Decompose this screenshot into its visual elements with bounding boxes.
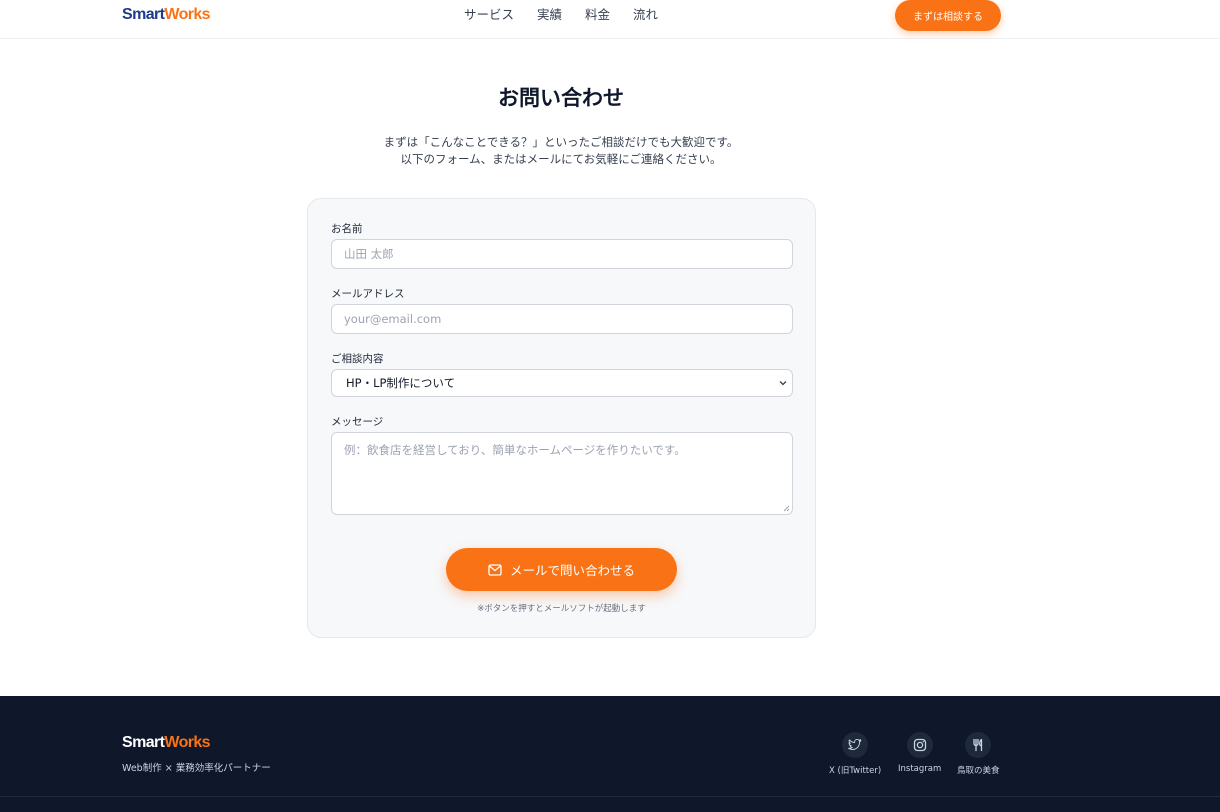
name-placeholder: 山田 太郎 [344,247,394,261]
nav-link-flow[interactable]: 流れ [633,7,658,23]
footer-logo[interactable]: SmartWorks [122,734,211,752]
intro-line-2: 以下のフォーム、またはメールにてお気軽にご連絡ください。 [400,152,722,166]
footer-logo-part-works: Works [164,734,210,751]
logo-part-smart: Smart [122,6,165,23]
email-placeholder: your@email.com [344,312,442,326]
nav-link-services[interactable]: サービス [464,7,514,23]
message-textarea[interactable]: 例：飲食店を経営しており、簡単なホームページを作りたいです。 [331,432,793,515]
intro-text: まずは「こんなことできる？」といったご相談だけでも大歓迎です。 以下のフォーム、… [0,134,1122,168]
social-label-instagram: Instagram [898,764,942,774]
social-label-x: X (旧Twitter) [829,766,882,776]
nav-link-pricing[interactable]: 料金 [585,7,610,23]
social-link-instagram[interactable]: Instagram [898,732,941,774]
mail-icon [488,563,502,576]
footer-logo-part-smart: Smart [122,734,165,751]
main-nav: サービス 実績 料金 流れ [464,7,658,23]
submit-note: ※ボタンを押すとメールソフトが起動します [477,604,646,614]
site-header: SmartWorks サービス 実績 料金 流れ まずは相談する [0,0,1220,39]
twitter-bird-icon [842,732,869,758]
name-label: お名前 [331,223,363,235]
instagram-icon [906,732,933,758]
resize-handle-icon[interactable] [783,505,790,512]
intro-line-1: まずは「こんなことできる？」といったご相談だけでも大歓迎です。 [383,135,739,149]
social-link-gourmet[interactable]: 鳥取の美食 [957,732,1000,776]
submit-label: メールで問い合わせる [509,563,635,578]
message-label: メッセージ [331,416,384,428]
logo[interactable]: SmartWorks [122,6,211,24]
email-input[interactable]: your@email.com [331,304,793,334]
social-label-gourmet: 鳥取の美食 [957,766,1000,776]
consult-button[interactable]: まずは相談する [895,0,1001,31]
contact-form-card: お名前 山田 太郎 メールアドレス your@email.com ご相談内容 H… [307,198,816,638]
footer-divider [0,796,1220,797]
logo-part-works: Works [164,6,210,23]
site-footer: SmartWorks Web制作 × 業務効率化パートナー X (旧Twitte… [0,696,1220,812]
topic-select[interactable]: HP・LP制作について [331,369,793,397]
footer-tagline: Web制作 × 業務効率化パートナー [122,763,271,774]
fork-knife-icon [965,732,992,758]
chevron-down-icon [779,381,787,386]
message-placeholder: 例：飲食店を経営しており、簡単なホームページを作りたいです。 [344,443,686,457]
email-label: メールアドレス [331,288,405,300]
submit-email-button[interactable]: メールで問い合わせる [446,548,677,591]
name-input[interactable]: 山田 太郎 [331,239,793,269]
topic-label: ご相談内容 [331,353,384,365]
social-link-x[interactable]: X (旧Twitter) [829,732,881,776]
topic-selected-value: HP・LP制作について [346,376,456,390]
nav-link-works[interactable]: 実績 [537,7,562,23]
page-title: お問い合わせ [498,86,624,110]
